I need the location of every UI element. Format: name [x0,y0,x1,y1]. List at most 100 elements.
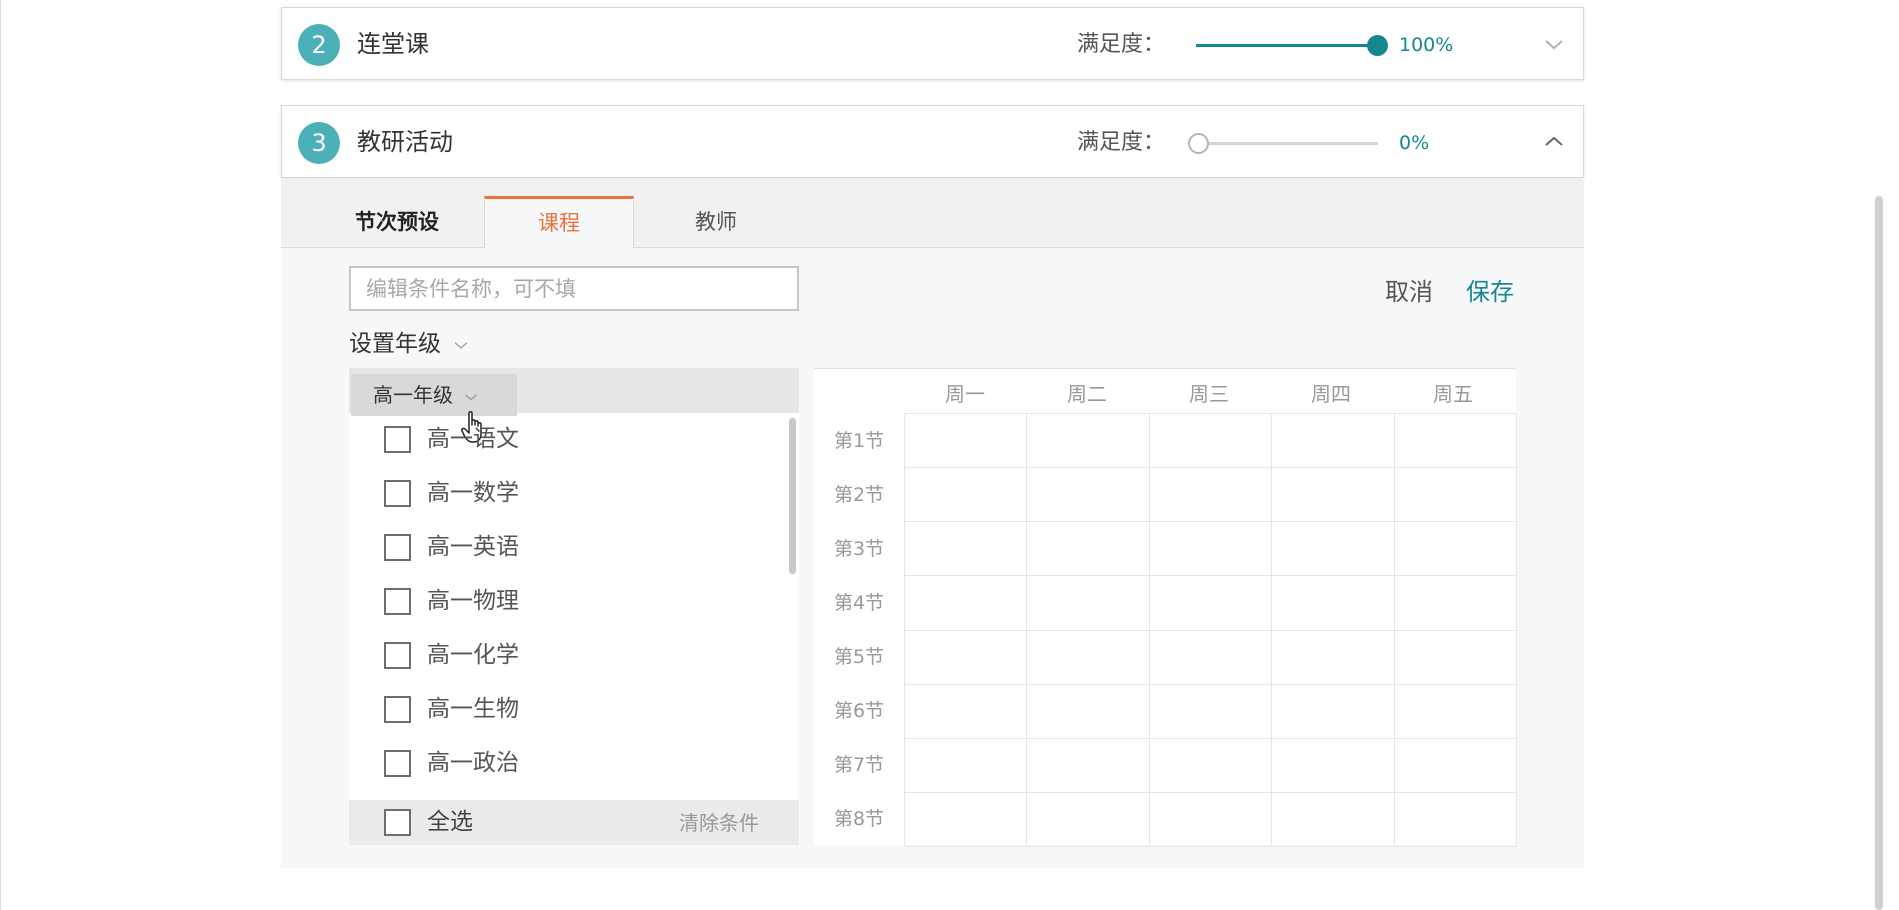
timetable-cell[interactable] [905,684,1028,739]
course-list-scrollbar[interactable] [789,418,796,574]
timetable-cell[interactable] [1027,576,1150,631]
timetable-cell[interactable] [1394,522,1517,577]
timetable-cell[interactable] [1394,630,1517,685]
chevron-down-icon[interactable] [1542,32,1566,56]
course-checkbox[interactable] [384,588,411,615]
timetable-cell[interactable] [1149,522,1273,577]
grade-select[interactable]: 高一年级 [351,374,517,416]
timetable-cell[interactable] [1149,414,1273,469]
timetable-period-label: 第8节 [833,808,885,830]
satisfaction-percent: 100% [1399,34,1454,56]
course-checkbox[interactable] [384,426,411,453]
set-grade-dropdown[interactable]: 设置年级 [349,328,470,360]
timetable-grid [904,413,1517,847]
list-item[interactable]: 高一物理 [349,575,799,629]
panel-title: 教研活动 [357,128,453,156]
timetable-cell[interactable] [1027,792,1150,847]
cancel-button[interactable]: 取消 [1385,272,1433,307]
chevron-up-icon[interactable] [1542,130,1566,154]
timetable-cell[interactable] [905,522,1028,577]
list-item[interactable]: 高一化学 [349,629,799,683]
timetable-cell[interactable] [1027,630,1150,685]
timetable-day-header: 周一 [945,382,985,406]
slider-knob[interactable] [1367,35,1388,56]
timetable-cell[interactable] [1149,576,1273,631]
timetable-cell[interactable] [1272,414,1395,469]
slider-fill [1196,44,1378,47]
timetable-cell[interactable] [1272,792,1395,847]
grade-selector-bar: 高一年级 [349,368,799,443]
list-item[interactable]: 高一语文 [349,413,799,467]
timetable: 周一 周二 周三 周四 周五 第1节 第2节 第3节 第4节 第5节 第6节 第… [814,368,1517,847]
panel-number-badge: 3 [298,122,340,164]
course-name: 高一物理 [427,588,519,614]
course-checkbox[interactable] [384,534,411,561]
chevron-down-icon [454,341,468,349]
timetable-cell[interactable] [1027,468,1150,523]
timetable-cell[interactable] [1149,684,1273,739]
list-item[interactable]: 高一数学 [349,467,799,521]
tab-period-preset[interactable]: 节次预设 [341,196,453,248]
timetable-cell[interactable] [1394,576,1517,631]
timetable-cell[interactable] [1394,792,1517,847]
timetable-cell[interactable] [1272,738,1395,793]
timetable-cell[interactable] [905,576,1028,631]
course-list: 高一语文 高一数学 高一英语 高一物理 高一化学 高一生物 高一政治 [349,413,799,791]
timetable-cell[interactable] [905,792,1028,847]
timetable-day-header: 周三 [1189,382,1229,406]
timetable-cell[interactable] [1272,522,1395,577]
timetable-cell[interactable] [905,468,1028,523]
clear-condition-button[interactable]: 清除条件 [679,810,759,836]
timetable-cell[interactable] [1272,684,1395,739]
timetable-cell[interactable] [1272,576,1395,631]
timetable-cell[interactable] [1027,684,1150,739]
timetable-cell[interactable] [1027,738,1150,793]
tab-course[interactable]: 课程 [484,196,634,249]
timetable-cell[interactable] [1149,630,1273,685]
set-grade-label: 设置年级 [349,331,441,357]
timetable-cell[interactable] [905,414,1028,469]
select-all-checkbox[interactable] [384,809,411,836]
timetable-period-label: 第2节 [833,484,885,506]
course-checkbox[interactable] [384,696,411,723]
condition-panel-2[interactable]: 2 连堂课 满足度： 100% [281,7,1584,80]
slider-knob[interactable] [1188,133,1209,154]
condition-name-input[interactable] [349,266,799,311]
page-scrollbar[interactable] [1875,196,1883,910]
satisfaction-slider[interactable] [1188,133,1378,154]
timetable-cell[interactable] [1272,630,1395,685]
course-checkbox[interactable] [384,480,411,507]
timetable-cell[interactable] [905,630,1028,685]
timetable-period-label: 第3节 [833,538,885,560]
timetable-cell[interactable] [1394,414,1517,469]
tab-teacher[interactable]: 教师 [641,196,791,248]
course-checkbox[interactable] [384,642,411,669]
satisfaction-slider[interactable] [1196,35,1388,56]
grade-select-value: 高一年级 [373,383,453,407]
timetable-cell[interactable] [1394,684,1517,739]
course-list-footer: 全选 清除条件 [349,800,799,845]
timetable-cell[interactable] [905,738,1028,793]
timetable-cell[interactable] [1027,522,1150,577]
chevron-down-icon [465,393,478,401]
course-name: 高一化学 [427,642,519,668]
list-item[interactable]: 高一英语 [349,521,799,575]
tab-bar: 节次预设 课程 教师 [281,180,1584,249]
list-item[interactable]: 高一生物 [349,683,799,737]
save-button[interactable]: 保存 [1466,272,1514,307]
course-checkbox[interactable] [384,750,411,777]
timetable-cell[interactable] [1272,468,1395,523]
condition-panel-3[interactable]: 3 教研活动 满足度： 0% [281,105,1584,178]
timetable-cell[interactable] [1149,792,1273,847]
timetable-period-label: 第6节 [833,700,885,722]
timetable-day-header: 周五 [1433,382,1473,406]
timetable-cell[interactable] [1149,468,1273,523]
timetable-cell[interactable] [1394,738,1517,793]
satisfaction-label: 满足度： [1077,130,1166,155]
timetable-period-label: 第4节 [833,592,885,614]
satisfaction-label: 满足度： [1077,32,1166,57]
timetable-cell[interactable] [1149,738,1273,793]
timetable-cell[interactable] [1027,414,1150,469]
timetable-cell[interactable] [1394,468,1517,523]
list-item[interactable]: 高一政治 [349,737,799,791]
